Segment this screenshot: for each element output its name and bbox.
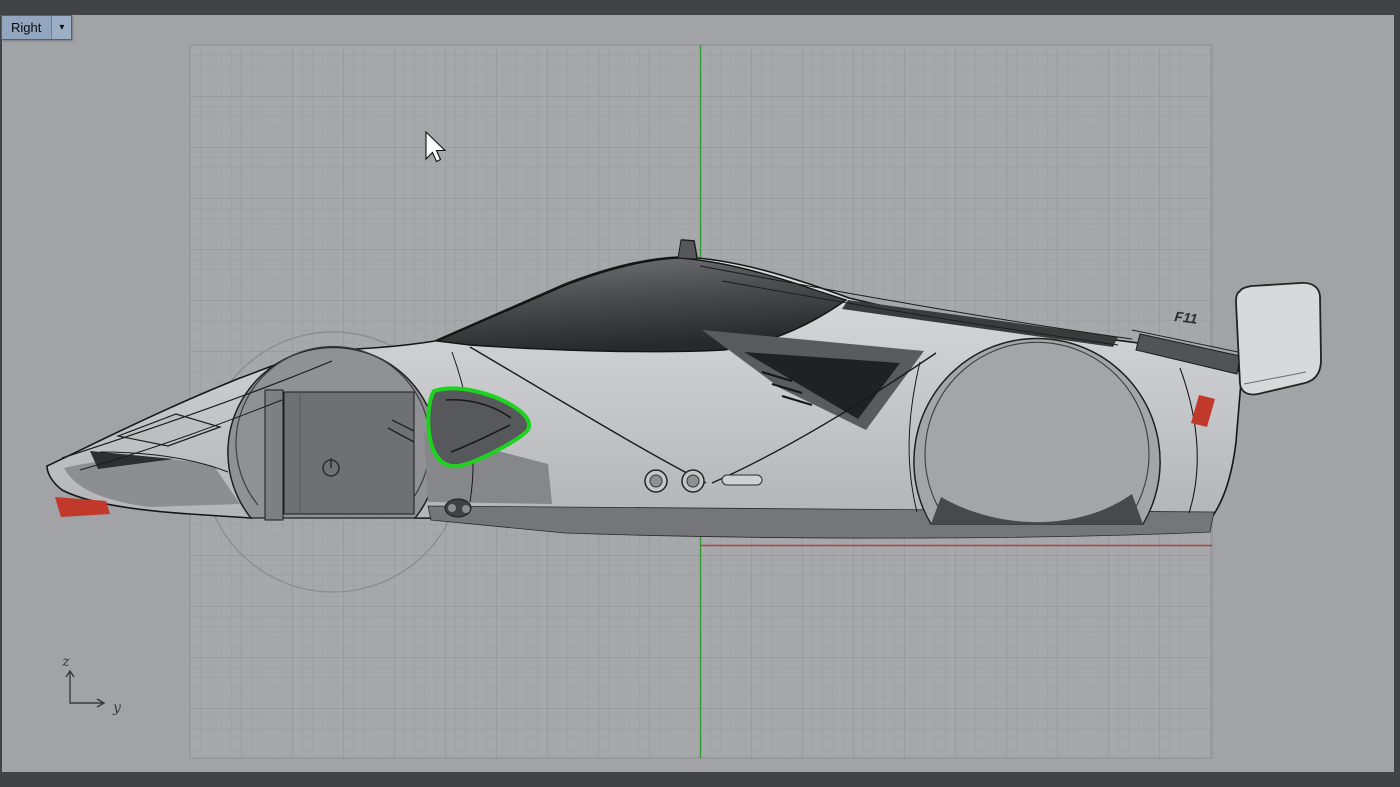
roof-fin [678, 240, 697, 259]
viewport-title-tab[interactable]: Right ▾ [1, 15, 72, 40]
axis-y-label: y [112, 700, 122, 716]
arch-strut [265, 390, 283, 520]
arch-equipment-box [284, 392, 414, 514]
application-window: F11 z y Right ▾ [0, 0, 1400, 787]
chevron-down-icon[interactable]: ▾ [52, 16, 71, 39]
car-logo-text: F11 [1174, 308, 1199, 327]
port-left-inner [650, 475, 662, 487]
sill-badge [445, 499, 471, 517]
port-right-inner [687, 475, 699, 487]
viewport-title[interactable]: Right [2, 16, 51, 39]
port-slot [722, 475, 762, 485]
axis-z-label: z [61, 654, 70, 670]
viewport-svg: F11 z y [0, 0, 1400, 787]
